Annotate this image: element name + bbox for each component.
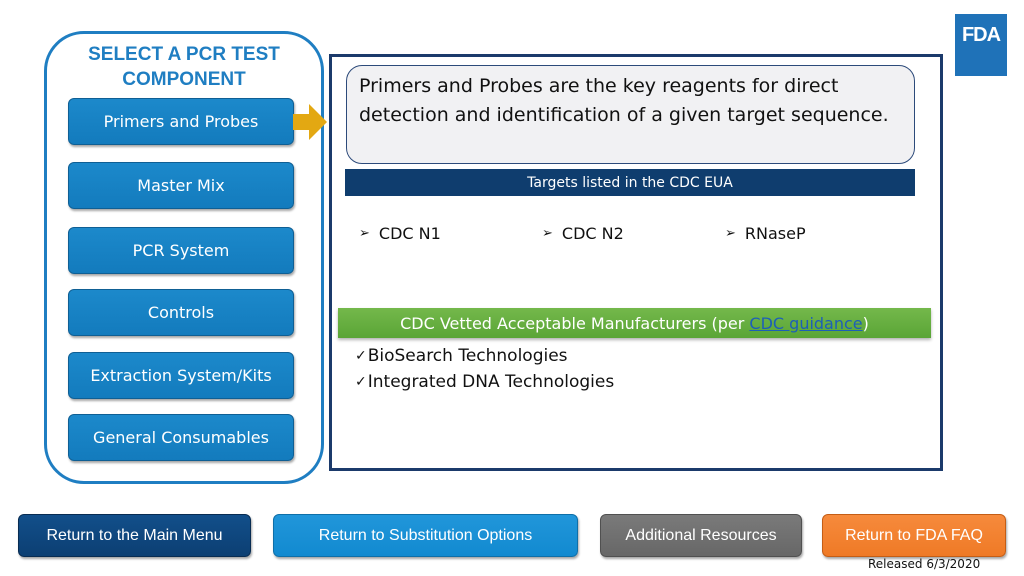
component-button-controls[interactable]: Controls	[68, 289, 294, 336]
right-arrow-icon	[293, 104, 327, 140]
bullet-arrow-icon: ➢	[359, 226, 370, 241]
checkmark-icon: ✓	[355, 348, 367, 364]
target-item: ➢ CDC N2	[542, 224, 624, 243]
target-item: ➢ CDC N1	[359, 224, 441, 243]
targets-header: Targets listed in the CDC EUA	[345, 169, 915, 196]
release-date: Released 6/3/2020	[868, 557, 981, 571]
component-button-pcr-system[interactable]: PCR System	[68, 227, 294, 274]
fda-logo-icon: FDA	[961, 24, 1001, 46]
component-button-primers-and-probes[interactable]: Primers and Probes	[68, 98, 294, 145]
manufacturer-item: ✓ BioSearch Technologies	[355, 346, 568, 366]
component-button-general-consumables[interactable]: General Consumables	[68, 414, 294, 461]
additional-resources-button[interactable]: Additional Resources	[600, 514, 802, 557]
return-to-main-menu-button[interactable]: Return to the Main Menu	[18, 514, 251, 557]
bullet-arrow-icon: ➢	[725, 226, 736, 241]
manufacturers-header: CDC Vetted Acceptable Manufacturers (per…	[338, 308, 931, 338]
component-button-extraction-system-kits[interactable]: Extraction System/Kits	[68, 352, 294, 399]
return-to-substitution-options-button[interactable]: Return to Substitution Options	[273, 514, 578, 557]
manufacturer-item: ✓ Integrated DNA Technologies	[355, 372, 615, 392]
checkmark-icon: ✓	[355, 374, 367, 390]
fda-logo: FDA	[955, 14, 1007, 76]
cdc-guidance-link[interactable]: CDC guidance	[749, 314, 862, 333]
bullet-arrow-icon: ➢	[542, 226, 553, 241]
target-item: ➢ RNaseP	[725, 224, 806, 243]
return-to-fda-faq-button[interactable]: Return to FDA FAQ	[822, 514, 1006, 557]
component-selector-panel: SELECT A PCR TEST COMPONENT Primers and …	[44, 31, 324, 484]
component-description: Primers and Probes are the key reagents …	[346, 65, 915, 164]
panel-title: SELECT A PCR TEST COMPONENT	[88, 44, 280, 90]
component-button-master-mix[interactable]: Master Mix	[68, 162, 294, 209]
